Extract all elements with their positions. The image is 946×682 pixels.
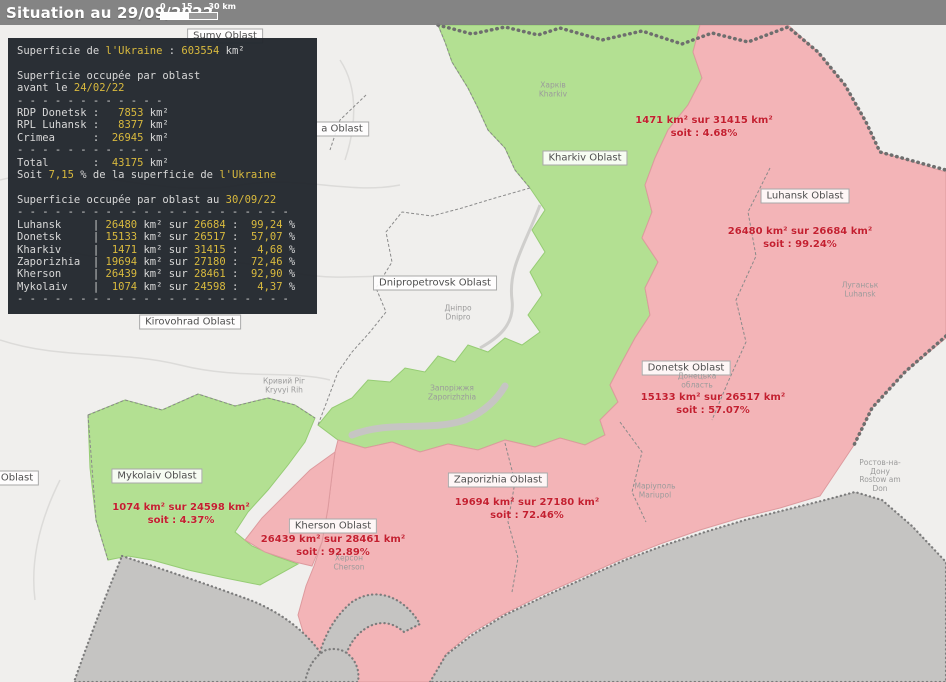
panel-line: Soit 7,15 % de la superficie de l'Ukrain…	[17, 169, 308, 181]
city-label-kryvyi-rih-city: Кривий РігKryvyi Rih	[263, 378, 305, 395]
scale-bar-graphic	[160, 12, 218, 20]
panel-line: - - - - - - - - - - - - - - - - - - - - …	[17, 293, 308, 305]
panel-line: - - - - - - - - - - - -	[17, 95, 308, 107]
annotation-line: 15133 km² sur 26517 km²	[641, 392, 785, 405]
city-label-luhansk-city: ЛуганськLuhansk	[842, 282, 879, 299]
panel-line: Donetsk | 15133 km² sur 26517 : 57,07 %	[17, 231, 308, 243]
oblast-label-kharkiv: Kharkiv Oblast	[542, 151, 627, 166]
annotation-line: soit : 4.68%	[635, 128, 772, 141]
panel-line: Superficie de l'Ukraine : 603554 km²	[17, 45, 308, 57]
annotation-line: 1471 km² sur 31415 km²	[635, 115, 772, 128]
annotation-line: soit : 72.46%	[455, 510, 599, 523]
city-label-line: Kharkiv	[539, 90, 567, 99]
city-label-donetsk-city: Донецькаобласть	[678, 373, 717, 390]
panel-line: Total : 43175 km²	[17, 157, 308, 169]
map-screenshot: Sumy Oblasta OblastKharkiv OblastLuhansk…	[0, 0, 946, 682]
panel-line: Kherson | 26439 km² sur 28461 : 92,90 %	[17, 268, 308, 280]
annotation-line: 19694 km² sur 27180 km²	[455, 497, 599, 510]
panel-line: RDP Donetsk : 7853 km²	[17, 107, 308, 119]
annotation-line: 26439 km² sur 28461 km²	[261, 534, 405, 547]
scale-segment-white	[161, 13, 189, 19]
city-label-line: Cherson	[334, 563, 365, 572]
oblast-label-kherson: Kherson Oblast	[289, 519, 377, 534]
oblast-label-luhansk: Luhansk Oblast	[761, 189, 850, 204]
oblast-label-kirovohrad: Kirovohrad Oblast	[139, 315, 241, 330]
panel-line: Mykolaiv | 1074 km² sur 24598 : 4,37 %	[17, 281, 308, 293]
panel-line: avant le 24/02/22	[17, 82, 308, 94]
panel-line	[17, 181, 308, 193]
oblast-label-mykolaiv: Mykolaiv Oblast	[111, 469, 202, 484]
panel-line: - - - - - - - - - - - -	[17, 144, 308, 156]
city-label-line: область	[678, 381, 717, 390]
annotation-line: soit : 99.24%	[728, 239, 872, 252]
city-label-kharkiv-city: ХарківKharkiv	[539, 82, 567, 99]
occupation-annotation-zaporizhia: 19694 km² sur 27180 km²soit : 72.46%	[455, 497, 599, 522]
annotation-line: soit : 4.37%	[112, 515, 249, 528]
city-label-line: Mariupol	[634, 491, 675, 500]
city-label-line: Don	[859, 485, 901, 494]
scale-label-0: 0	[160, 2, 166, 11]
city-label-zaporizhzhia-city: ЗапоріжжяZaporizhzhia	[428, 385, 476, 402]
panel-line: Superficie occupée par oblast au 30/09/2…	[17, 194, 308, 206]
city-label-mariupol-city: МаріупольMariupol	[634, 483, 675, 500]
oblast-label-zaporizhia: Zaporizhia Oblast	[448, 473, 548, 488]
panel-line: RPL Luhansk : 8377 km²	[17, 119, 308, 131]
city-label-kherson-city: ХерсонCherson	[334, 555, 365, 572]
city-label-dnipro-city: ДніпроDnipro	[444, 305, 471, 322]
panel-line: Kharkiv | 1471 km² sur 31415 : 4,68 %	[17, 244, 308, 256]
occupation-annotation-mykolaiv: 1074 km² sur 24598 km²soit : 4.37%	[112, 502, 249, 527]
occupation-annotation-kharkiv: 1471 km² sur 31415 km²soit : 4.68%	[635, 115, 772, 140]
statistics-panel: Superficie de l'Ukraine : 603554 km² Sup…	[8, 38, 317, 314]
panel-line	[17, 57, 308, 69]
city-label-rostov-city: Ростов-на-ДонуRostow amDon	[859, 459, 901, 493]
panel-line: Superficie occupée par oblast	[17, 70, 308, 82]
occupation-annotation-luhansk: 26480 km² sur 26684 km²soit : 99.24%	[728, 226, 872, 251]
scale-segment-gray	[189, 13, 217, 19]
oblast-label-odesa-partial: Oblast	[0, 471, 39, 486]
scale-label-15: 15	[181, 2, 192, 11]
occupation-annotation-donetsk: 15133 km² sur 26517 km²soit : 57.07%	[641, 392, 785, 417]
panel-line: - - - - - - - - - - - - - - - - - - - - …	[17, 206, 308, 218]
city-label-line: Luhansk	[842, 290, 879, 299]
oblast-label-poltava-partial: a Oblast	[315, 122, 369, 137]
panel-line: Luhansk | 26480 km² sur 26684 : 99,24 %	[17, 219, 308, 231]
annotation-line: 26480 km² sur 26684 km²	[728, 226, 872, 239]
city-label-line: Zaporizhzhia	[428, 393, 476, 402]
panel-line: Zaporizhia | 19694 km² sur 27180 : 72,46…	[17, 256, 308, 268]
oblast-label-dnipropetrovsk: Dnipropetrovsk Oblast	[373, 276, 497, 291]
panel-line: Crimea : 26945 km²	[17, 132, 308, 144]
annotation-line: soit : 57.07%	[641, 405, 785, 418]
scale-bar: 0 15 30 km	[160, 2, 236, 20]
top-bar: Situation au 29/09/2022	[0, 0, 946, 25]
city-label-line: Kryvyi Rih	[263, 386, 305, 395]
scale-label-30km: 30 km	[208, 2, 236, 11]
annotation-line: 1074 km² sur 24598 km²	[112, 502, 249, 515]
city-label-line: Dnipro	[444, 313, 471, 322]
